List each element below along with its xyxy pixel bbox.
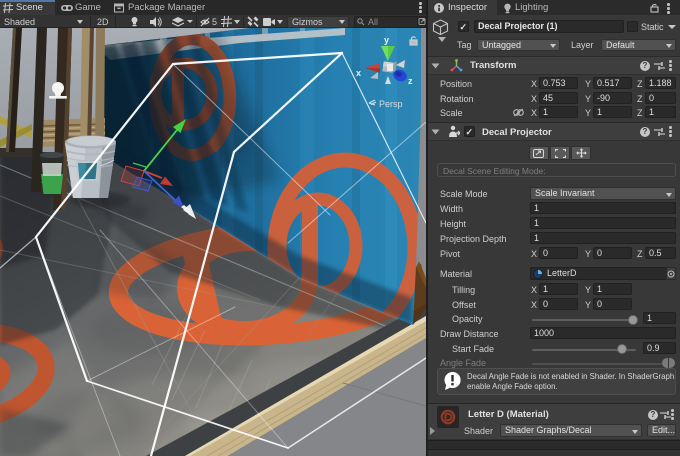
svg-text:y: y (384, 35, 389, 45)
svg-text:Persp: Persp (379, 99, 403, 109)
svg-text:z: z (408, 76, 413, 86)
svg-text:x: x (356, 68, 361, 78)
